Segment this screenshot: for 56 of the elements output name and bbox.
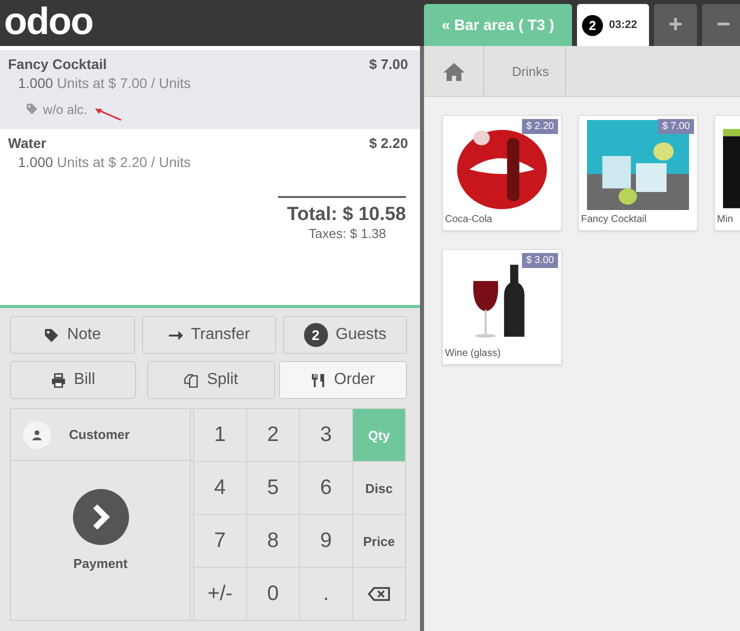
person-icon	[31, 428, 43, 440]
numpad-key[interactable]: 6	[300, 462, 352, 514]
order-total: Total: $ 10.58	[287, 204, 406, 226]
price-tag: $ 7.00	[658, 119, 694, 134]
order-tab[interactable]: 2 03:22	[577, 4, 649, 46]
price-tag: $ 3.00	[522, 253, 558, 268]
product-name: Water	[8, 135, 46, 151]
product-name: Coca-Cola	[444, 213, 494, 227]
mode-key[interactable]: Disc	[353, 462, 405, 514]
backspace-icon	[368, 587, 390, 601]
line-detail: 1.000 Units at $ 2.20 / Units	[17, 154, 192, 170]
numpad-key[interactable]: 4	[194, 462, 246, 514]
numpad-key[interactable]: 5	[247, 462, 299, 514]
tag-icon	[44, 328, 60, 342]
product-card[interactable]: $ 3.00 Wine (glass)	[442, 249, 562, 365]
header-button[interactable]: +	[654, 4, 697, 46]
product-card[interactable]: $ 7.00 Fancy Cocktail	[578, 115, 698, 231]
transfer-button[interactable]: Transfer	[142, 316, 276, 354]
home-icon	[442, 62, 464, 80]
numpad-key[interactable]: 8	[247, 515, 299, 567]
numpad-key[interactable]: 7	[194, 515, 246, 567]
mode-key[interactable]: Price	[353, 515, 405, 567]
product-card[interactable]: Min	[714, 115, 740, 231]
cutlery-icon	[311, 372, 326, 388]
numpad-key[interactable]: 0	[247, 568, 299, 620]
bill-button[interactable]: Bill	[10, 361, 136, 399]
numpad-key[interactable]: .	[300, 568, 352, 620]
guests-button[interactable]: 2 Guests	[283, 316, 407, 354]
order-line[interactable]: Water $ 2.20 1.000 Units at $ 2.20 / Units	[0, 129, 420, 178]
line-note: w/o alc.	[43, 102, 88, 116]
note-button[interactable]: Note	[10, 316, 135, 354]
copy-icon	[184, 372, 199, 388]
numpad-key[interactable]: +/-	[194, 568, 246, 620]
price-tag: $ 2.20	[522, 119, 558, 134]
numpad-key[interactable]: 3	[300, 409, 352, 461]
product-name: Fancy Cocktail	[580, 213, 648, 227]
arrow-annotation	[94, 107, 122, 121]
line-price: $ 7.00	[369, 56, 408, 72]
numpad-key[interactable]: 1	[194, 409, 246, 461]
numpad-key[interactable]: 2	[247, 409, 299, 461]
chevron-right-icon	[72, 488, 130, 546]
order-button[interactable]: Order	[279, 361, 407, 399]
product-name: Min	[716, 213, 734, 227]
backspace-key[interactable]	[353, 568, 405, 620]
order-taxes: Taxes: $ 1.38	[308, 226, 386, 241]
header-button[interactable]: −	[702, 4, 740, 46]
split-button[interactable]: Split	[147, 361, 275, 399]
printer-icon	[50, 372, 66, 388]
numpad-key[interactable]: 9	[300, 515, 352, 567]
line-detail: 1.000 Units at $ 7.00 / Units	[17, 75, 192, 91]
tag-icon	[26, 103, 38, 115]
line-price: $ 2.20	[369, 135, 408, 151]
logo: odoo	[3, 0, 93, 45]
product-name: Wine (glass)	[444, 347, 502, 361]
product-card[interactable]: $ 2.20 Coca-Cola	[442, 115, 562, 231]
product-name: Fancy Cocktail	[8, 56, 107, 72]
